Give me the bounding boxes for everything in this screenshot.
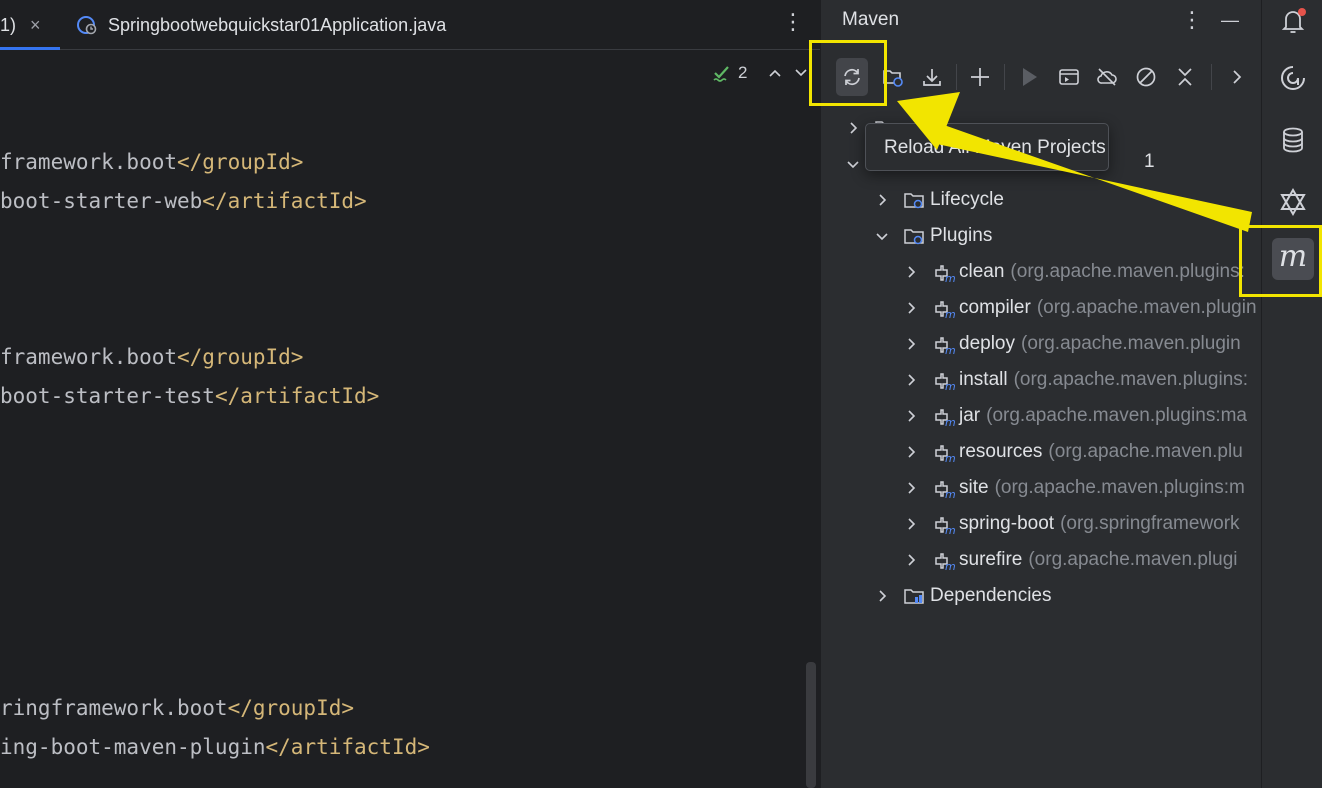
right-tool-strip: m (1261, 0, 1322, 788)
svg-text:m: m (945, 488, 955, 500)
tree-item-surefire[interactable]: m surefire (org.apache.maven.plugi (903, 542, 1238, 578)
tree-item-compiler[interactable]: m compiler (org.apache.maven.plugin (903, 290, 1257, 326)
plugin-icon: m (935, 301, 955, 320)
editor-tab-application-java[interactable]: Springbootwebquickstar01Application.java (76, 0, 446, 50)
tree-item-label: install (959, 369, 1008, 390)
database-button[interactable] (1272, 119, 1314, 161)
svg-text:m: m (945, 416, 955, 428)
chevron-right-icon[interactable] (903, 516, 919, 532)
tree-item-site[interactable]: m site (org.apache.maven.plugins:m (903, 470, 1245, 506)
chevron-right-icon[interactable] (874, 588, 890, 604)
tree-item-detail: (org.apache.maven.plugins:ma (986, 405, 1247, 426)
chevron-right-icon[interactable] (903, 372, 919, 388)
code-area[interactable]: framework.boot</groupId> boot-starter-we… (0, 0, 430, 759)
plugin-icon: m (935, 445, 955, 464)
tree-item-detail: (org.apache.maven.plugins: (1013, 369, 1249, 390)
tab-label: Springbootwebquickstar01Application.java (108, 14, 447, 35)
tree-item-label: Lifecycle (930, 189, 1004, 210)
code-line: framework.boot</groupId> (0, 150, 304, 174)
tree-item-label: site (959, 477, 989, 498)
tree-item-label: Plugins (930, 225, 993, 246)
chevron-up-icon[interactable] (767, 65, 783, 81)
tree-item-spring-boot[interactable]: m spring-boot (org.springframework (903, 506, 1240, 542)
tree-item-detail: (org.apache.maven.plugin (1021, 333, 1241, 354)
svg-text:m: m (945, 308, 955, 320)
editor-scrollbar[interactable] (806, 662, 816, 788)
editor-tab-bar: 1) × Springbootwebquickstar01Application… (0, 0, 820, 50)
chevron-down-icon[interactable] (874, 228, 890, 244)
plugin-icon: m (935, 409, 955, 428)
tab-more-icon[interactable]: ⋮ (782, 8, 804, 36)
inspection-widget[interactable]: 2 (712, 60, 809, 86)
inspection-check-icon (713, 66, 729, 82)
plugin-icon: m (935, 337, 955, 356)
svg-text:m: m (945, 344, 955, 356)
tree-item-jar[interactable]: m jar (org.apache.maven.plugins:ma (903, 398, 1247, 434)
bell-icon (1281, 8, 1306, 33)
svg-text:m: m (945, 560, 955, 572)
code-editor[interactable]: 1) × Springbootwebquickstar01Application… (0, 0, 820, 788)
reload-tooltip: Reload All Maven Projects (865, 123, 1109, 171)
maven-icon: m (1278, 239, 1308, 274)
config-folder-icon (904, 193, 924, 209)
tree-item-detail: (org.springframework (1060, 513, 1240, 534)
tree-item-label: deploy (959, 333, 1015, 354)
chevron-right-icon[interactable] (903, 444, 919, 460)
inspection-count: 2 (738, 63, 748, 82)
chevron-right-icon[interactable] (903, 408, 919, 424)
code-line: ringframework.boot</groupId> (0, 696, 355, 720)
tree-item-detail: (org.apache.maven.plugin (1036, 297, 1257, 318)
tree-item-label: surefire (959, 549, 1023, 570)
plugin-icon: m (935, 553, 955, 572)
chevron-right-icon[interactable] (903, 336, 919, 352)
plugin-icon: m (935, 517, 955, 536)
tree-item-label: Dependencies (930, 585, 1052, 606)
tree-item-detail: (org.apache.maven.plugins: (1010, 261, 1245, 282)
tree-item-label: compiler (959, 297, 1031, 318)
tree-item-label: jar (959, 405, 981, 426)
maven-tool-button[interactable]: m (1272, 238, 1314, 280)
tree-item-detail: (org.apache.maven.plu (1048, 441, 1243, 462)
tree-item-install[interactable]: m install (org.apache.maven.plugins: (903, 362, 1248, 398)
code-line: framework.boot</groupId> (0, 345, 304, 369)
tree-item-clean[interactable]: m clean (org.apache.maven.plugins: (903, 254, 1245, 290)
triangle-logo-icon (1280, 188, 1306, 216)
config-folder-icon (904, 229, 924, 245)
chevron-right-icon[interactable] (903, 264, 919, 280)
plugin-icon: m (935, 265, 955, 284)
svg-text:m: m (945, 380, 955, 392)
svg-text:m: m (945, 524, 955, 536)
tree-item-label: clean (959, 261, 1005, 282)
notifications-button[interactable] (1272, 0, 1314, 42)
tree-item-deploy[interactable]: m deploy (org.apache.maven.plugin (903, 326, 1241, 362)
spring-class-icon (77, 16, 97, 35)
tree-item-plugins[interactable]: Plugins (874, 218, 992, 254)
chevron-right-icon[interactable] (903, 300, 919, 316)
chevron-right-icon[interactable] (874, 192, 890, 208)
code-line: ing-boot-maven-plugin</artifactId> (0, 735, 430, 759)
ai-assistant-icon (1281, 66, 1305, 90)
plugin-icon: m (935, 373, 955, 392)
tree-item-dependencies[interactable]: Dependencies (874, 578, 1051, 614)
structure-button[interactable] (1272, 180, 1314, 222)
chevron-right-icon[interactable] (903, 480, 919, 496)
tree-item-label: resources (959, 441, 1043, 462)
tree-item-detail: (org.apache.maven.plugi (1028, 549, 1238, 570)
svg-text:m: m (945, 272, 955, 284)
code-line: boot-starter-test</artifactId> (0, 384, 380, 408)
database-icon (1283, 127, 1303, 153)
tree-item-detail: (org.apache.maven.plugins:m (994, 477, 1245, 498)
code-line: boot-starter-web</artifactId> (0, 189, 367, 213)
svg-text:m: m (945, 452, 955, 464)
ai-assistant-button[interactable] (1272, 57, 1314, 99)
chevron-down-icon[interactable] (793, 65, 809, 81)
chevron-right-icon[interactable] (903, 552, 919, 568)
tree-item-label: spring-boot (959, 513, 1055, 534)
dependencies-folder-icon (904, 589, 924, 604)
tree-item-lifecycle[interactable]: Lifecycle (874, 182, 1004, 218)
tree-item-resources[interactable]: m resources (org.apache.maven.plu (903, 434, 1243, 470)
plugin-icon: m (935, 481, 955, 500)
